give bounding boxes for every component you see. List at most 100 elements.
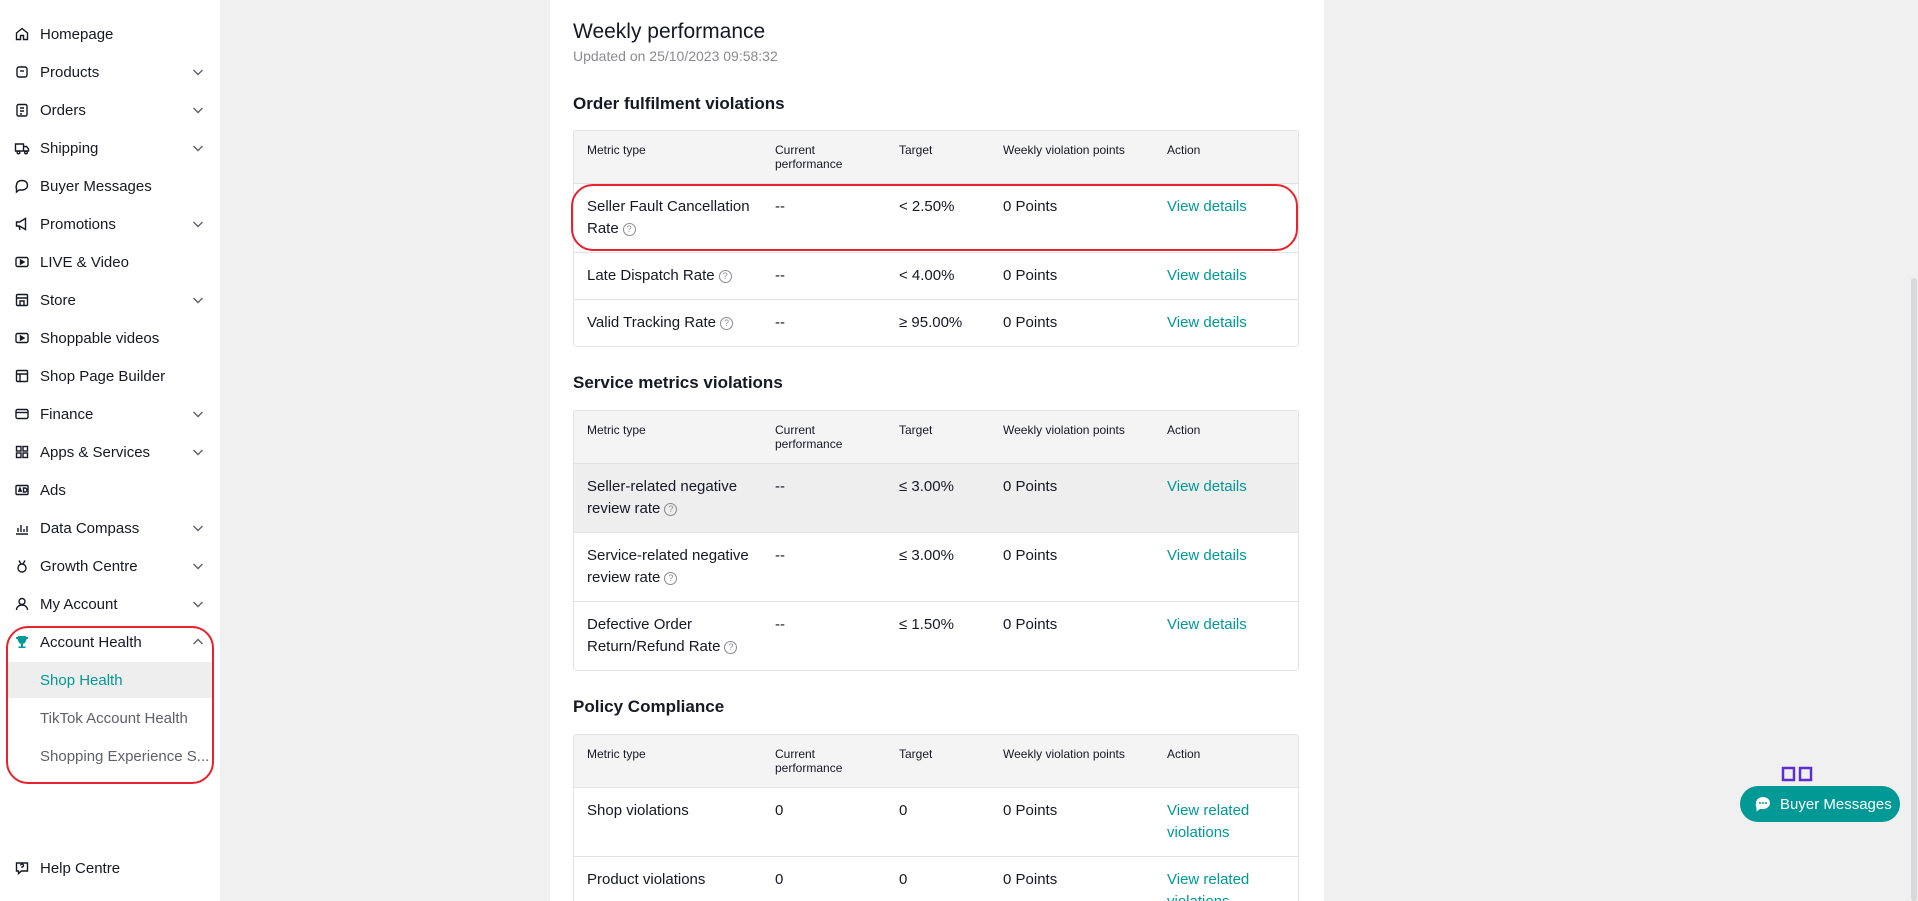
megaphone-icon [14, 216, 30, 232]
help-icon[interactable]: ? [664, 502, 678, 516]
updated-timestamp: Updated on 25/10/2023 09:58:32 [573, 48, 778, 64]
metric-name: Defective Order Return/Refund Rate? [587, 614, 738, 658]
buyer-messages-float-button[interactable]: Buyer Messages [1740, 786, 1900, 822]
apps-grid-icon [14, 444, 30, 460]
help-icon[interactable]: ? [719, 316, 733, 330]
violation-points: 0 Points [1003, 616, 1058, 633]
header-metric-type: Metric type [587, 143, 646, 157]
view-details-link[interactable]: View details [1167, 545, 1247, 567]
section-title-policy-compliance: Policy Compliance [573, 697, 725, 716]
violation-points: 0 Points [1003, 198, 1058, 215]
table-row: Shop violations 0 0 0 Points View relate… [574, 787, 1298, 856]
sidebar-subitem-shopping-experience[interactable]: Shopping Experience S... [8, 738, 212, 774]
sidebar-item-apps-services[interactable]: Apps & Services [14, 436, 206, 468]
page-scrollbar[interactable] [1911, 278, 1917, 901]
sidebar-item-label: Buyer Messages [40, 177, 152, 195]
store-icon [14, 292, 30, 308]
sidebar-item-label: Apps & Services [40, 443, 151, 461]
current-performance: 0 [775, 802, 784, 819]
current-performance: -- [775, 198, 785, 215]
sidebar-item-growth-centre[interactable]: Growth Centre [14, 550, 206, 582]
target-value: ≤ 3.00% [899, 478, 954, 495]
sidebar-item-shipping[interactable]: Shipping [14, 132, 206, 164]
header-current-performance: Current performance [775, 747, 843, 775]
sidebar-item-label: Shop Page Builder [40, 367, 166, 385]
sidebar-item-help-centre[interactable]: Help Centre [14, 852, 206, 884]
target-value: < 4.00% [899, 267, 955, 284]
buyer-messages-label: Buyer Messages [1780, 795, 1892, 813]
header-current-performance: Current performance [775, 143, 843, 171]
sidebar-item-label: Homepage [40, 25, 114, 43]
view-details-link[interactable]: View details [1167, 312, 1247, 334]
wallet-icon [14, 406, 30, 422]
view-details-link[interactable]: View details [1167, 265, 1247, 287]
current-performance: -- [775, 478, 785, 495]
sidebar-item-finance[interactable]: Finance [14, 398, 206, 430]
sidebar-item-live-video[interactable]: LIVE & Video [14, 246, 206, 278]
view-details-link[interactable]: View details [1167, 476, 1247, 498]
sidebar-item-label: My Account [40, 595, 118, 613]
bar-chart-icon [14, 520, 30, 536]
metric-name: Seller Fault Cancellation Rate? [587, 198, 750, 237]
sidebar-subitem-shop-health[interactable]: Shop Health [8, 662, 212, 698]
sidebar-item-account-health[interactable]: Account Health [14, 626, 206, 658]
metric-name: Shop violations [587, 802, 689, 819]
chat-bubble-icon [1755, 797, 1770, 812]
sidebar-item-label: Shipping [40, 139, 99, 157]
header-target: Target [899, 423, 933, 437]
header-metric-type: Metric type [587, 747, 646, 761]
header-metric-type: Metric type [587, 423, 646, 437]
section-title-order-fulfilment: Order fulfilment violations [573, 94, 785, 113]
qr-code-icon[interactable] [1781, 766, 1813, 784]
sidebar-item-data-compass[interactable]: Data Compass [14, 512, 206, 544]
violation-points: 0 Points [1003, 267, 1058, 284]
view-related-violations-link[interactable]: View relatedviolations [1167, 800, 1249, 844]
sidebar-subitem-tiktok-account-health[interactable]: TikTok Account Health [8, 700, 212, 736]
view-related-violations-link[interactable]: View relatedviolations [1167, 869, 1249, 901]
page-builder-icon [14, 368, 30, 384]
trophy-icon [14, 634, 30, 650]
violation-points: 0 Points [1003, 871, 1058, 888]
help-icon[interactable]: ? [718, 269, 732, 283]
table-header: Metric type Current performance Target We… [574, 411, 1298, 463]
header-action: Action [1167, 423, 1201, 437]
sidebar-item-orders[interactable]: Orders [14, 94, 206, 126]
sidebar-item-promotions[interactable]: Promotions [14, 208, 206, 240]
service-metrics-table: Metric type Current performance Target We… [573, 410, 1299, 671]
sidebar-item-shoppable-videos[interactable]: Shoppable videos [14, 322, 206, 354]
sidebar-item-label: Growth Centre [40, 557, 138, 575]
video-icon [14, 254, 30, 270]
sidebar-item-homepage[interactable]: Homepage [14, 18, 206, 50]
table-row: Seller Fault Cancellation Rate? -- < 2.50… [574, 183, 1298, 252]
sidebar-item-label: Shoppable videos [40, 329, 160, 347]
violation-points: 0 Points [1003, 547, 1058, 564]
chevron-down-icon [193, 601, 203, 608]
current-performance: -- [775, 547, 785, 564]
sidebar-item-buyer-messages[interactable]: Buyer Messages [14, 170, 206, 202]
table-row: Late Dispatch Rate? -- < 4.00% 0 Points … [574, 252, 1298, 299]
sidebar-item-products[interactable]: Products [14, 56, 206, 88]
medal-icon [14, 558, 30, 574]
sidebar-item-ads[interactable]: Ads [14, 474, 206, 506]
view-details-link[interactable]: View details [1167, 614, 1247, 636]
help-centre-icon [14, 860, 30, 876]
target-value: ≤ 3.00% [899, 547, 954, 564]
chat-bubble-icon [14, 178, 30, 194]
help-icon[interactable]: ? [664, 571, 678, 585]
view-details-link[interactable]: View details [1167, 196, 1247, 218]
chevron-down-icon [193, 297, 203, 304]
target-value: ≤ 1.50% [899, 616, 954, 633]
sidebar-item-my-account[interactable]: My Account [14, 588, 206, 620]
truck-icon [14, 140, 30, 156]
help-icon[interactable]: ? [622, 222, 636, 236]
clipboard-icon [14, 102, 30, 118]
table-row: Valid Tracking Rate? -- ≥ 95.00% 0 Point… [574, 299, 1298, 346]
main-content: Weekly performance Updated on 25/10/2023… [550, 0, 1324, 901]
sidebar-item-shop-page-builder[interactable]: Shop Page Builder [14, 360, 206, 392]
sidebar-item-label: Promotions [40, 215, 116, 233]
target-value: 0 [899, 802, 908, 819]
violation-points: 0 Points [1003, 314, 1058, 331]
page-title: Weekly performance [573, 20, 766, 43]
sidebar-item-store[interactable]: Store [14, 284, 206, 316]
help-icon[interactable]: ? [724, 640, 738, 654]
